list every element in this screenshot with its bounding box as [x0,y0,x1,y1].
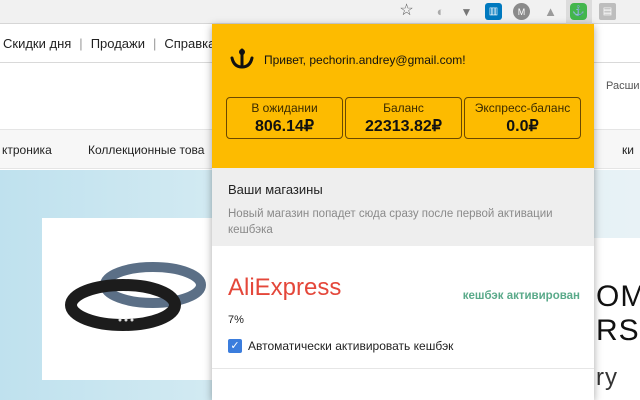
star-icon[interactable]: ☆ [398,1,415,19]
cashback-status: кешбэк активирован [462,290,580,302]
trello-icon[interactable]: ▥ [485,3,502,20]
nav-separator: | [79,35,83,51]
balance-label: Экспресс-баланс [474,101,571,115]
nav-link-deals[interactable]: Скидки дня [3,36,71,51]
greeting-text: Привет, pechorin.andrey@gmail.com! [264,53,466,67]
balance-label: Баланс [383,101,424,115]
balance-value: 806.14₽ [254,118,315,135]
fitness-bracelet-image [65,262,206,331]
banner-text: ry [596,364,618,391]
anchor-logo-icon [230,48,254,69]
nav-link-sales[interactable]: Продажи [91,36,145,51]
m-icon[interactable]: M [513,3,530,20]
banner-text: OM [596,280,640,313]
extension-icon[interactable]: ▼ [458,3,475,20]
cashback-popup: Привет, pechorin.andrey@gmail.com! В ожи… [212,24,594,400]
store-divider [212,368,594,369]
category-collectibles[interactable]: Коллекционные това [88,143,204,157]
nav-link-help[interactable]: Справка [164,36,215,51]
store-logo[interactable]: AliExpress [228,274,341,302]
balance-value: 0.0₽ [506,118,539,135]
popup-header: Привет, pechorin.andrey@gmail.com! В ожи… [212,24,594,168]
auto-activate-label[interactable]: Автоматически активировать кешбэк [248,339,453,353]
drive-icon[interactable]: ▲ [542,3,559,20]
extension-icon[interactable]: ◐ [432,3,449,20]
shops-section: Ваши магазины Новый магазин попадет сюда… [212,168,594,246]
category-electronics[interactable]: ктроника [2,143,52,157]
banner-text: RS [596,314,640,347]
balance-value: 22313.82₽ [365,118,442,135]
balance-label: В ожидании [251,101,318,115]
cashback-icon[interactable]: ⚓ [570,3,587,20]
auto-activate-checkbox[interactable]: ✓ [228,339,242,353]
pending-balance: В ожидании 806.14₽ [226,97,343,139]
browser-toolbar: ☆ ◐ ▼ ▥ M ▲ ⚓ ▤ [0,0,640,24]
main-balance: Баланс 22313.82₽ [345,97,462,139]
extensions-hint[interactable]: Расшир [606,80,640,92]
express-balance: Экспресс-баланс 0.0₽ [464,97,581,139]
extension-icon[interactable]: ▤ [599,3,616,20]
store-card-aliexpress: AliExpress кешбэк активирован 7% ✓ Автом… [212,246,594,368]
shops-title: Ваши магазины [228,182,323,197]
nav-separator: | [152,35,157,51]
shops-description: Новый магазин попадет сюда сразу после п… [228,208,553,236]
cashback-percent: 7% [228,314,244,326]
category-more[interactable]: ки [622,143,634,157]
